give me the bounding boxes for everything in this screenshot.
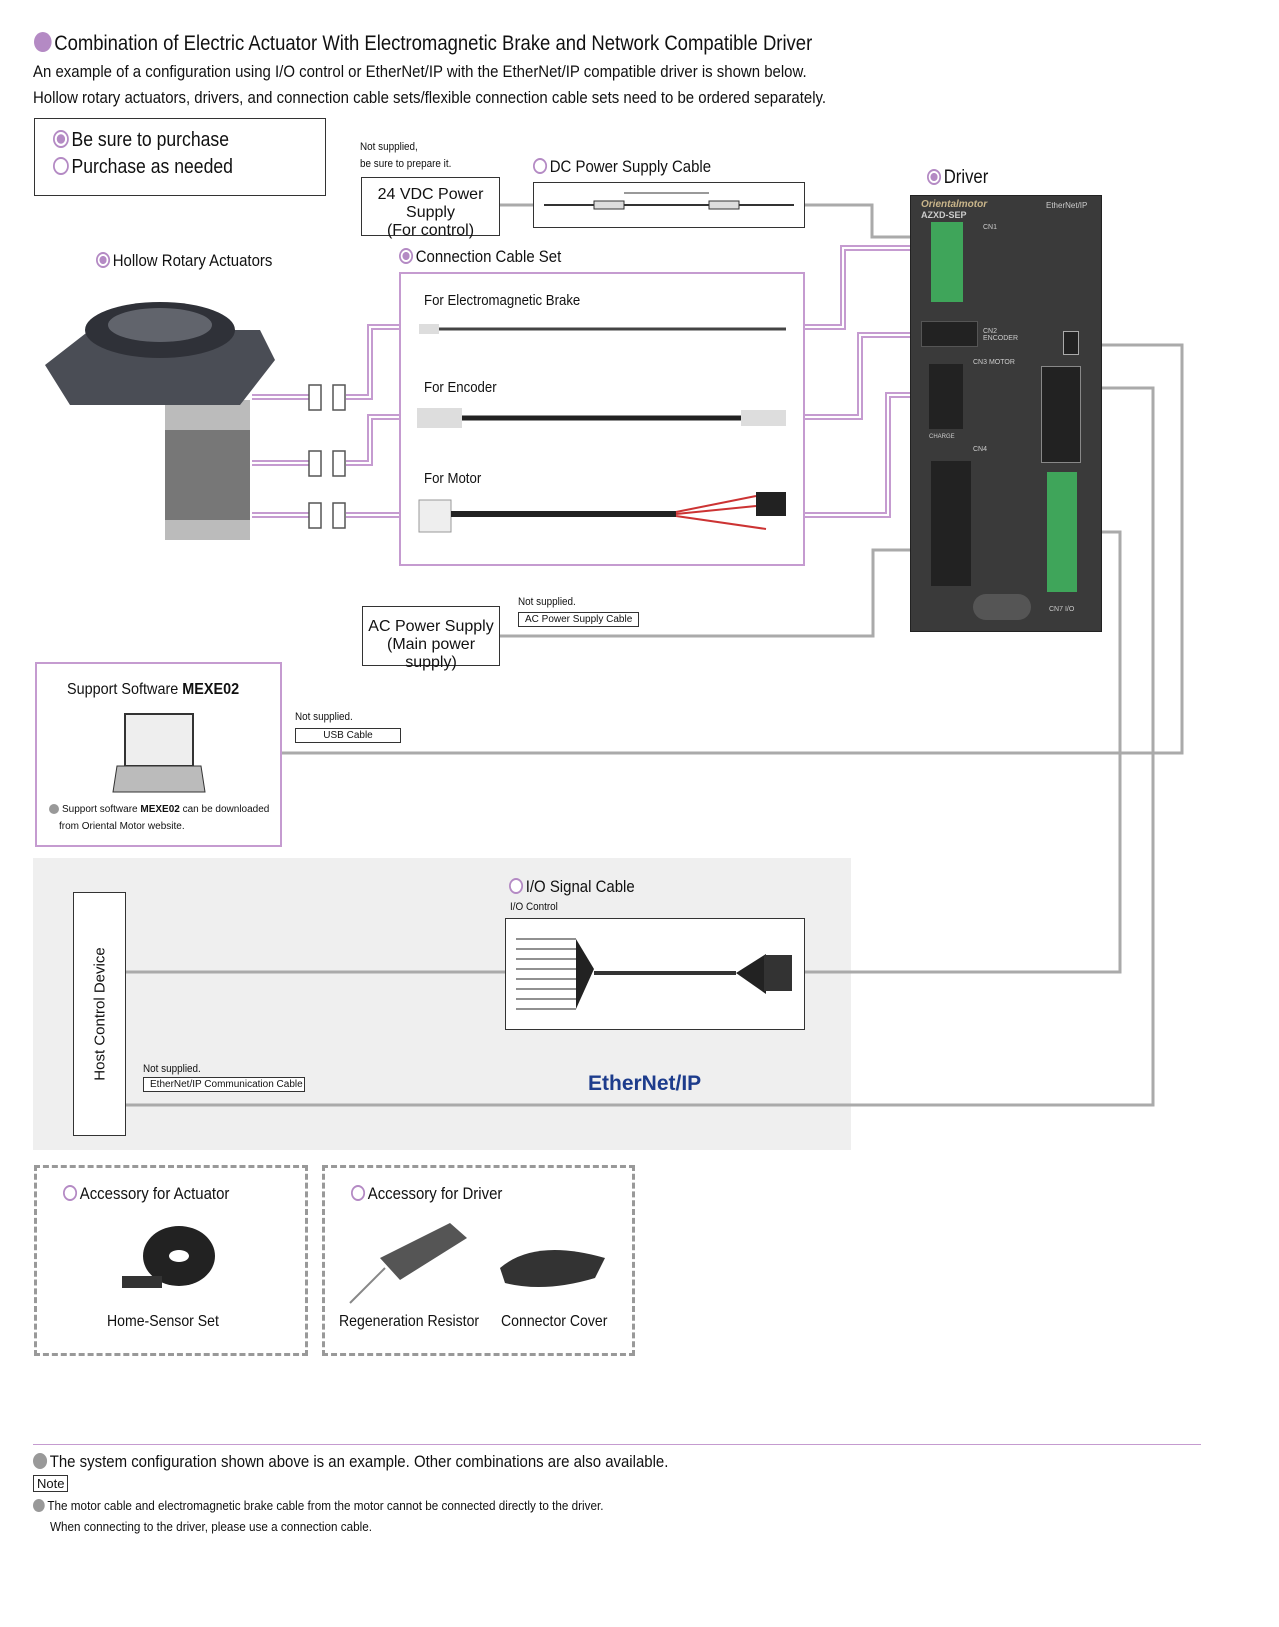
cable-set-label: Connection Cable Set [399,247,561,267]
ground-screws [973,594,1031,620]
connector-cover-image [500,1250,605,1287]
regeneration-resistor-image [349,1223,467,1304]
io-control-label: I/O Control [510,901,558,913]
actuator-label: Hollow Rotary Actuators [96,251,272,271]
io-cable-box [505,918,805,1030]
accessory-actuator-box: Accessory for Actuator Home-Sensor Set [34,1165,308,1356]
laptop-icon [112,713,206,793]
ac-cable-tag: AC Power Supply Cable [518,612,640,627]
ethernet-ports [1041,366,1081,463]
usb-cable-tag: USB Cable [295,728,401,743]
subtitle: Hollow rotary actuators, drivers, and co… [33,88,827,107]
io-cable-label: I/O Signal Cable [509,877,635,897]
not-supplied-note: Not supplied. [143,1063,201,1075]
brake-cable-image [419,324,786,334]
footer-note: When connecting to the driver, please us… [50,1519,372,1534]
cable-set-box: For Electromagnetic Brake For Encoder Fo… [399,272,805,566]
page-title: Combination of Electric Actuator With El… [34,32,812,56]
motor-cable-image [418,492,786,533]
host-control-device: Host Control Device [73,892,126,1136]
dc-cable-label: DC Power Supply Cable [533,157,711,177]
eip-cable-tag: EtherNet/IP Communication Cable [143,1077,305,1092]
footer-note: The motor cable and electromagnetic brak… [33,1498,603,1513]
not-supplied-note: be sure to prepare it. [360,158,452,170]
legend: Be sure to purchase Purchase as needed [34,118,326,196]
note-tag: Note [33,1475,69,1492]
ethernet-ip-logo: EtherNet/IP [588,1072,702,1095]
cn3-connector [929,364,963,429]
driver-image: Orientalmotor AZXD-SEP EtherNet/IP CN1 C… [910,195,1102,632]
dc-cable-box [533,182,805,228]
cable-connectors [308,384,346,529]
cn4-connector [931,461,971,586]
accessory-driver-box: Accessory for Driver Regeneration Resist… [322,1165,635,1356]
not-supplied-note: Not supplied, [360,141,418,153]
not-supplied-note: Not supplied. [518,596,576,608]
footer-divider [33,1444,1201,1445]
cn7-connector [1047,472,1077,592]
ac-power-supply: AC Power Supply (Main power supply) [362,606,500,671]
footer-note: The system configuration shown above is … [33,1452,668,1472]
usb-port [1063,331,1079,355]
io-cable-image [516,938,792,1010]
support-software-box: Support Software MEXE02 Support software… [35,662,282,847]
dc-power-supply: 24 VDC Power Supply (For control) [361,177,500,239]
configuration-diagram: Combination of Electric Actuator With El… [0,0,1279,1627]
not-supplied-note: Not supplied. [295,711,353,723]
encoder-cable-image [417,408,786,428]
cn2-connector [921,321,978,347]
cn1-connector [931,222,963,302]
subtitle: An example of a configuration using I/O … [33,62,807,81]
driver-label: Driver [927,167,988,189]
